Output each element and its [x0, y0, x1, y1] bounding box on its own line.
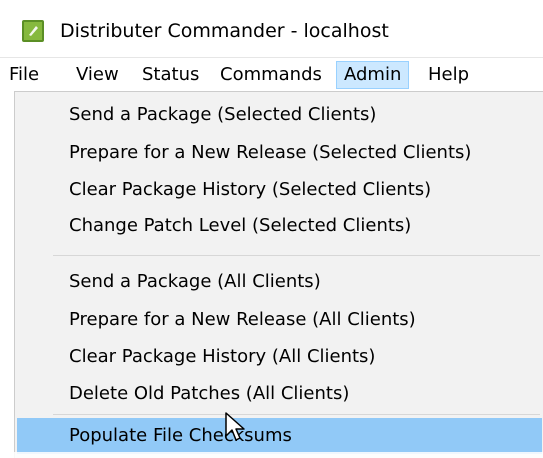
app-icon-glyph	[29, 26, 38, 36]
menu-item-change-patch-level-selected[interactable]: Change Patch Level (Selected Clients)	[17, 208, 542, 244]
menu-separator	[53, 414, 540, 415]
menu-item-delete-old-patches-all[interactable]: Delete Old Patches (All Clients)	[17, 376, 542, 412]
app-icon	[22, 20, 44, 42]
menu-separator	[53, 255, 540, 256]
menu-bar: File View Status Commands Admin Help	[0, 59, 543, 91]
menu-item-clear-history-all[interactable]: Clear Package History (All Clients)	[17, 339, 542, 375]
menu-admin[interactable]: Admin	[336, 61, 410, 89]
menu-item-clear-history-selected[interactable]: Clear Package History (Selected Clients)	[17, 172, 542, 208]
menu-view[interactable]: View	[69, 61, 126, 89]
menu-item-send-package-selected[interactable]: Send a Package (Selected Clients)	[17, 97, 542, 133]
menu-help[interactable]: Help	[421, 61, 476, 89]
menu-item-send-package-all[interactable]: Send a Package (All Clients)	[17, 264, 542, 300]
menu-file[interactable]: File	[2, 61, 46, 89]
menu-item-prepare-release-all[interactable]: Prepare for a New Release (All Clients)	[17, 302, 542, 338]
app-window: Distributer Commander - localhost File V…	[0, 0, 543, 458]
admin-dropdown-menu: Send a Package (Selected Clients) Prepar…	[14, 91, 543, 458]
menu-item-populate-file-checksums[interactable]: Populate File Checksums	[17, 418, 542, 454]
title-bar: Distributer Commander - localhost	[0, 0, 543, 58]
window-title: Distributer Commander - localhost	[60, 20, 389, 42]
menu-status[interactable]: Status	[135, 61, 206, 89]
bottom-edge	[0, 452, 543, 458]
menu-item-prepare-release-selected[interactable]: Prepare for a New Release (Selected Clie…	[17, 135, 542, 171]
mouse-pointer-icon	[224, 412, 248, 446]
menu-commands[interactable]: Commands	[213, 61, 329, 89]
